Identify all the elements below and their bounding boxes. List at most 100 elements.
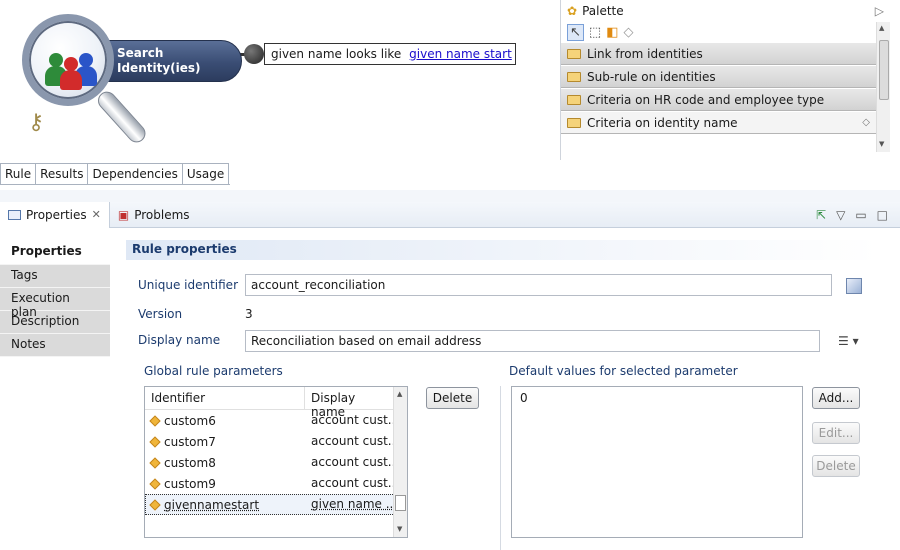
tab-problems[interactable]: ▣ Problems [110,202,198,228]
maximize-icon[interactable]: □ [877,208,888,222]
folder-open-icon [567,117,581,128]
scrollbar-thumb[interactable] [395,495,406,511]
select-tool-icon[interactable]: ↖ [567,23,584,41]
row-identifier: givennamestart [164,497,260,512]
scroll-down-icon[interactable]: ▼ [397,525,402,533]
group-separator [500,386,501,550]
display-name-field[interactable]: Reconciliation based on email address [245,330,820,352]
drawer-label: Criteria on identity name [587,115,738,130]
table-row-selected[interactable]: givennamestart given name ... [145,494,407,515]
scroll-down-icon[interactable]: ▼ [879,140,884,148]
delete-value-button[interactable]: Delete [812,455,860,477]
scroll-up-icon[interactable]: ▲ [397,390,402,398]
sidebar-item-notes[interactable]: Notes [0,334,110,357]
tab-dependencies[interactable]: Dependencies [87,163,183,184]
view-tabs: Properties ✕ ▣ Problems ⇱ ▽ ▭ □ [0,201,900,228]
problems-icon: ▣ [117,207,130,222]
criterion-box[interactable]: given name looks like given name start [264,43,516,65]
sidebar-item-execution-plan[interactable]: Execution plan [0,288,110,319]
edit-value-button[interactable]: Edit... [812,422,860,444]
marquee-tool-icon[interactable]: ⬚ [589,25,601,40]
default-value-item[interactable]: 0 [520,391,528,405]
parameters-table[interactable]: Identifier Display name custom6 account … [144,386,408,538]
default-values-list[interactable]: 0 [511,386,803,538]
palette-icon: ✿ [567,4,578,18]
view-divider[interactable] [0,190,900,202]
table-row[interactable]: custom6 account cust... [145,410,407,431]
row-display-name: account cust... [311,455,393,469]
search-node-label[interactable]: Search Identity(ies) [94,40,242,82]
unique-identifier-field[interactable]: account_reconciliation [245,274,832,296]
tab-properties-label: Properties [26,207,87,222]
table-scrollbar[interactable]: ▲ ▼ [393,387,407,537]
magnifier-icon [22,14,114,106]
add-value-button[interactable]: Add... [812,387,860,409]
palette-title: Palette [582,4,624,18]
default-values-label: Default values for selected parameter [509,364,738,378]
search-identities-node[interactable]: Search Identity(ies) ⚷ [22,14,242,154]
close-icon[interactable]: ✕ [92,208,101,221]
palette-drawer[interactable]: Sub-rule on identities [561,65,876,88]
search-node-line2: Identity(ies) [117,61,201,75]
sidebar-item-tags[interactable]: Tags [0,265,110,288]
section-title: Rule properties [126,240,878,260]
connection-tool-icon[interactable]: ◧ [606,25,618,40]
palette-drawer[interactable]: Criteria on identity name ◇ [561,111,876,134]
display-name-label: Display name [138,333,221,347]
properties-sidebar: Properties Tags Execution plan Descripti… [0,236,110,550]
criterion-parameter-link[interactable]: given name start [409,47,512,61]
note-tool-icon[interactable]: ◇ [624,25,634,40]
tab-results[interactable]: Results [35,163,89,184]
minimize-icon[interactable]: ▭ [855,208,866,222]
tab-problems-label: Problems [134,207,190,222]
rule-canvas[interactable]: Search Identity(ies) ⚷ given name looks … [0,0,560,160]
table-header: Identifier Display name [145,387,407,419]
view-menu-icon[interactable]: ▽ [836,208,845,222]
table-row[interactable]: custom9 account cust... [145,473,407,494]
person-icon [60,57,82,91]
palette-drawer[interactable]: Link from identities [561,42,876,65]
row-display-name: given name ... [311,497,393,511]
language-menu-icon[interactable]: ☰ ▾ [838,334,859,348]
folder-icon [567,48,581,59]
parameter-icon [149,456,161,469]
table-row[interactable]: custom8 account cust... [145,452,407,473]
connector-dot[interactable] [244,44,264,64]
pin-icon[interactable]: ⇱ [816,208,826,222]
edit-icon[interactable] [846,278,862,294]
column-identifier[interactable]: Identifier [145,387,305,409]
parameter-icon [149,498,161,511]
table-row[interactable]: custom7 account cust... [145,431,407,452]
palette: ✿ Palette ▷ ↖ ⬚ ◧ ◇ Link from identities… [560,0,890,160]
keys-icon: ⚷ [28,110,45,135]
global-parameters-label: Global rule parameters [144,364,283,378]
parameter-icon [149,477,161,490]
row-identifier: custom6 [164,413,216,428]
palette-scrollbar[interactable]: ▲ ▼ [876,22,890,152]
drawer-pin-icon[interactable]: ◇ [862,117,870,128]
tab-properties[interactable]: Properties ✕ [0,201,110,228]
tab-rule[interactable]: Rule [0,163,37,184]
view-actions: ⇱ ▽ ▭ □ [816,208,900,222]
parameter-icon [149,435,161,448]
row-display-name: account cust... [311,434,393,448]
tab-usage[interactable]: Usage [181,163,230,184]
folder-icon [567,71,581,82]
scroll-up-icon[interactable]: ▲ [879,24,884,32]
collapse-arrow-icon[interactable]: ▷ [875,4,884,18]
drawer-label: Link from identities [587,46,703,61]
sidebar-item-description[interactable]: Description [0,311,110,334]
parameter-icon [149,414,161,427]
palette-tools: ↖ ⬚ ◧ ◇ [561,22,890,42]
palette-header[interactable]: ✿ Palette ▷ [561,0,890,22]
scrollbar-thumb[interactable] [879,40,889,100]
identities-icon [45,49,105,91]
column-display-name[interactable]: Display name [305,387,393,419]
properties-content: Rule properties Unique identifier accoun… [110,236,900,550]
palette-drawer[interactable]: Criteria on HR code and employee type [561,88,876,111]
sidebar-item-properties[interactable]: Properties [0,236,110,265]
delete-parameter-button[interactable]: Delete [426,387,479,409]
folder-icon [567,94,581,105]
row-display-name: account cust... [311,413,393,427]
criterion-text: given name looks like [271,47,402,61]
